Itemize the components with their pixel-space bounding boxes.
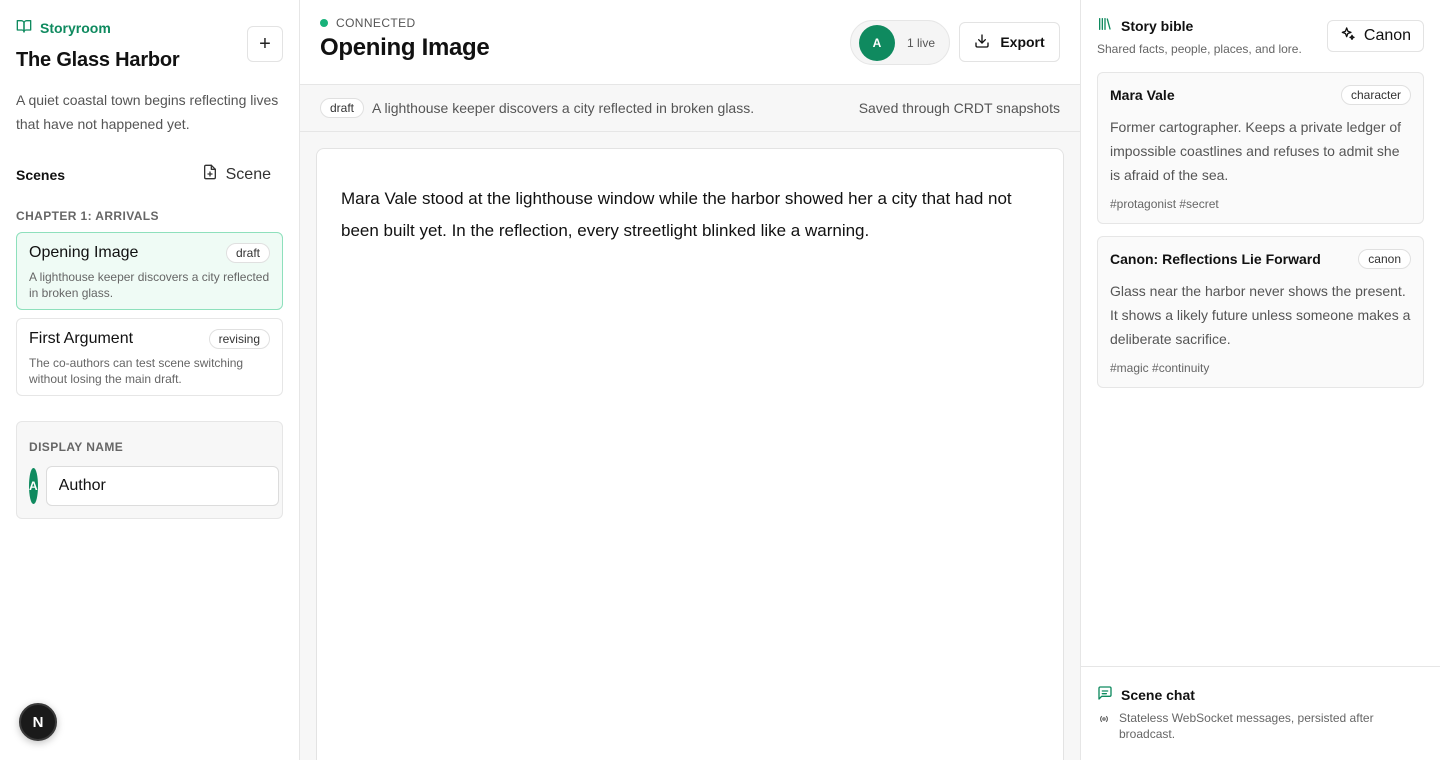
main-area: CONNECTED Opening Image A 1 live Export …	[300, 0, 1080, 760]
scene-chat: Scene chat Stateless WebSocket messages,…	[1081, 666, 1440, 760]
editor-text[interactable]: Mara Vale stood at the lighthouse window…	[341, 183, 1031, 247]
entry-tags: #protagonist #secret	[1110, 197, 1219, 211]
bible-entry-reflections-lie-forward[interactable]: Canon: Reflections Lie Forward canon Gla…	[1097, 236, 1424, 388]
scene-chat-label: Scene chat	[1121, 686, 1195, 703]
connection-status: CONNECTED	[320, 16, 1060, 30]
export-label: Export	[1000, 34, 1045, 50]
entry-kind-badge: canon	[1358, 249, 1411, 269]
scene-summary: A lighthouse keeper discovers a city ref…	[372, 100, 755, 116]
add-story-button[interactable]: +	[247, 26, 283, 62]
save-status: Saved through CRDT snapshots	[858, 100, 1060, 116]
scenes-label: Scenes	[16, 166, 66, 183]
scenes-header: Scenes Scene	[16, 164, 283, 185]
scene-chat-description: Stateless WebSocket messages, persisted …	[1119, 711, 1374, 741]
status-dot-icon	[320, 19, 328, 27]
scene-meta-bar: draft A lighthouse keeper discovers a ci…	[300, 85, 1080, 132]
brand-label: Storyroom	[40, 19, 111, 36]
file-plus-icon	[202, 164, 218, 185]
add-scene-button[interactable]: Scene	[202, 164, 271, 185]
connection-status-label: CONNECTED	[336, 16, 416, 30]
story-title: The Glass Harbor	[16, 49, 180, 71]
entry-name: Canon: Reflections Lie Forward	[1110, 251, 1321, 267]
scene-status-badge: revising	[208, 329, 270, 349]
scene-status-badge: draft	[225, 243, 270, 263]
chapter-label: CHAPTER 1: ARRIVALS	[16, 209, 159, 223]
entry-tags: #magic #continuity	[1110, 361, 1210, 375]
scene-name: Opening Image	[29, 244, 139, 261]
download-icon	[974, 33, 990, 52]
scene-description: The co-authors can test scene switching …	[29, 356, 244, 386]
dev-tools-badge[interactable]: N	[19, 703, 57, 741]
canon-button[interactable]: Canon	[1327, 20, 1424, 52]
app-root: Storyroom The Glass Harbor + A quiet coa…	[0, 0, 1440, 760]
display-name-label: DISPLAY NAME	[29, 440, 124, 454]
book-open-icon	[16, 18, 32, 37]
avatar: A	[859, 24, 895, 61]
story-bible-header: Story bible Shared facts, people, places…	[1081, 0, 1440, 72]
sidebar: Storyroom The Glass Harbor + A quiet coa…	[0, 0, 300, 760]
story-bible-label: Story bible	[1121, 17, 1194, 34]
message-square-icon	[1097, 685, 1113, 704]
plus-icon: +	[259, 32, 271, 55]
presence-indicator: A 1 live	[850, 20, 950, 65]
entry-body: Former cartographer. Keeps a private led…	[1110, 119, 1402, 183]
scene-chat-subtitle: Stateless WebSocket messages, persisted …	[1097, 710, 1425, 742]
bible-entry-mara-vale[interactable]: Mara Vale character Former cartographer.…	[1097, 72, 1424, 224]
brand: Storyroom	[16, 18, 283, 37]
radio-icon	[1097, 710, 1111, 742]
export-button[interactable]: Export	[959, 22, 1060, 62]
canon-label: Canon	[1363, 27, 1412, 44]
scene-item-opening-image[interactable]: Opening Image draft A lighthouse keeper …	[16, 232, 283, 310]
scene-description: A lighthouse keeper discovers a city ref…	[29, 270, 270, 300]
story-description: A quiet coastal town begins reflecting l…	[16, 92, 279, 132]
entry-body: Glass near the harbor never shows the pr…	[1110, 283, 1411, 347]
library-icon	[1097, 16, 1113, 35]
live-count: 1 live	[907, 35, 936, 50]
scene-chat-title: Scene chat	[1097, 685, 1425, 704]
avatar: A	[29, 468, 38, 504]
entry-name: Mara Vale	[1110, 87, 1175, 103]
story-bible-panel: Story bible Shared facts, people, places…	[1080, 0, 1440, 760]
story-bible-list: Mara Vale character Former cartographer.…	[1081, 72, 1440, 388]
scene-name: First Argument	[29, 330, 134, 347]
scene-header: CONNECTED Opening Image A 1 live Export	[300, 0, 1080, 85]
add-scene-label: Scene	[225, 165, 271, 183]
scene-editor[interactable]: Mara Vale stood at the lighthouse window…	[316, 148, 1064, 760]
sparkles-icon	[1340, 26, 1356, 47]
entry-kind-badge: character	[1340, 85, 1411, 105]
scene-status-badge: draft	[320, 98, 365, 118]
scene-item-first-argument[interactable]: First Argument revising The co-authors c…	[16, 318, 283, 396]
display-name-input[interactable]	[45, 466, 279, 506]
display-name-panel: DISPLAY NAME A	[16, 421, 283, 519]
